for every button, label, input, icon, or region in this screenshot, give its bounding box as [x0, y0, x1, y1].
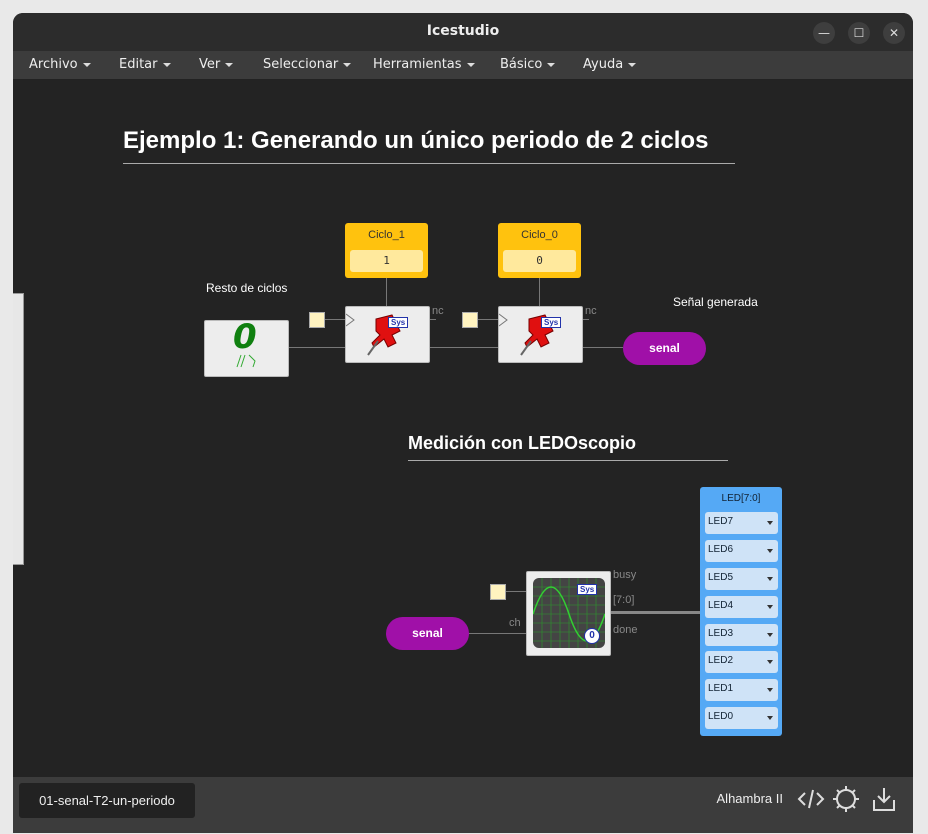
chevron-down-icon	[343, 62, 352, 67]
menu-basico[interactable]: Básico	[500, 57, 556, 72]
design-canvas[interactable]: Ejemplo 1: Generando un único periodo de…	[13, 80, 913, 777]
clock-input-scope[interactable]	[490, 584, 506, 600]
port-nc-0: nc	[585, 305, 597, 317]
sys-badge: Sys	[541, 317, 562, 328]
chevron-down-icon	[162, 62, 171, 67]
const-ciclo-1[interactable]: Ciclo_1 1	[345, 223, 428, 278]
const-ciclo-0-value[interactable]: 0	[503, 250, 576, 272]
menu-ayuda[interactable]: Ayuda	[583, 57, 637, 72]
port-ch: ch	[509, 617, 521, 629]
chevron-down-icon	[466, 62, 475, 67]
clock-input-1[interactable]	[309, 312, 325, 328]
led-select-3[interactable]: LED3	[705, 624, 778, 646]
chevron-down-icon	[767, 577, 773, 581]
ledoscope-block[interactable]: Sys 0	[526, 571, 611, 656]
chevron-down-icon	[767, 605, 773, 609]
zero-glyph: 0	[233, 317, 257, 357]
led-select-1[interactable]: LED1	[705, 679, 778, 701]
wire-clk1	[323, 319, 345, 320]
upload-icon[interactable]	[870, 785, 898, 813]
counter-badge: 0	[584, 628, 600, 644]
app-window: Icestudio — ☐ ✕ Archivo Editar Ver Selec…	[13, 13, 913, 833]
sys-block-0[interactable]: Sys	[498, 306, 583, 363]
wire-ch	[469, 633, 526, 634]
wire-bus	[610, 611, 700, 614]
heading-ejemplo-1: Ejemplo 1: Generando un único periodo de…	[123, 127, 709, 154]
file-tab[interactable]: 01-senal-T2-un-periodo	[19, 783, 195, 818]
led-output-panel[interactable]: LED[7:0] LED7 LED6 LED5 LED4 LED3 LED2 L…	[700, 487, 782, 736]
port-done: done	[613, 624, 638, 636]
const-ciclo-0[interactable]: Ciclo_0 0	[498, 223, 581, 278]
clock-input-0[interactable]	[462, 312, 478, 328]
minimize-button[interactable]: —	[813, 22, 835, 44]
zero-block[interactable]: 0	[204, 317, 289, 377]
output-senal[interactable]: senal	[623, 332, 706, 365]
sys-badge: Sys	[577, 584, 598, 595]
close-button[interactable]: ✕	[883, 22, 905, 44]
const-ciclo-1-name: Ciclo_1	[368, 229, 405, 241]
led-panel-title: LED[7:0]	[721, 493, 761, 504]
menu-archivo[interactable]: Archivo	[29, 57, 91, 72]
label-resto-ciclos: Resto de ciclos	[206, 281, 288, 295]
sys-block-1[interactable]: Sys	[345, 306, 430, 363]
menu-editar[interactable]: Editar	[119, 57, 171, 72]
heading-underline	[123, 163, 735, 164]
menu-ver[interactable]: Ver	[199, 57, 234, 72]
wire-ciclo0	[539, 277, 540, 307]
const-ciclo-1-value[interactable]: 1	[350, 250, 423, 272]
chevron-down-icon	[767, 521, 773, 525]
led-select-6[interactable]: LED6	[705, 540, 778, 562]
wire-ciclo1	[386, 277, 387, 307]
input-senal[interactable]: senal	[386, 617, 469, 650]
window-title: Icestudio	[426, 23, 500, 39]
heading2-underline	[408, 460, 728, 461]
menu-bar: Archivo Editar Ver Seleccionar Herramien…	[13, 51, 913, 80]
heading-ledoscopio: Medición con LEDOscopio	[408, 433, 637, 453]
chevron-down-icon	[767, 660, 773, 664]
led-select-7[interactable]: LED7	[705, 512, 778, 534]
chevron-down-icon	[767, 549, 773, 553]
chevron-down-icon	[225, 62, 234, 67]
menu-herramientas[interactable]: Herramientas	[373, 57, 475, 72]
bottom-bar: 01-senal-T2-un-periodo Alhambra II	[13, 777, 913, 833]
chevron-down-icon	[628, 62, 637, 67]
title-bar: Icestudio — ☐ ✕	[13, 13, 913, 51]
wire-clk0	[476, 319, 498, 320]
label-senal-generada: Señal generada	[673, 295, 758, 309]
side-dock[interactable]	[13, 293, 24, 565]
led-select-0[interactable]: LED0	[705, 707, 778, 729]
chevron-down-icon	[767, 633, 773, 637]
wire-scope-clk	[503, 591, 526, 592]
port-bus: [7:0]	[613, 594, 635, 606]
chevron-down-icon	[767, 688, 773, 692]
maximize-button[interactable]: ☐	[848, 22, 870, 44]
port-nc-1: nc	[432, 305, 444, 317]
chevron-down-icon	[547, 62, 556, 67]
menu-seleccionar[interactable]: Seleccionar	[263, 57, 352, 72]
chevron-down-icon	[767, 716, 773, 720]
sys-badge: Sys	[388, 317, 409, 328]
led-select-4[interactable]: LED4	[705, 596, 778, 618]
chevron-down-icon	[82, 62, 91, 67]
led-select-2[interactable]: LED2	[705, 651, 778, 673]
led-select-5[interactable]: LED5	[705, 568, 778, 590]
port-busy: busy	[613, 569, 637, 581]
board-name[interactable]: Alhambra II	[717, 791, 783, 806]
code-icon[interactable]	[797, 785, 825, 813]
verify-gear-icon[interactable]	[832, 785, 860, 813]
const-ciclo-0-name: Ciclo_0	[521, 229, 558, 241]
